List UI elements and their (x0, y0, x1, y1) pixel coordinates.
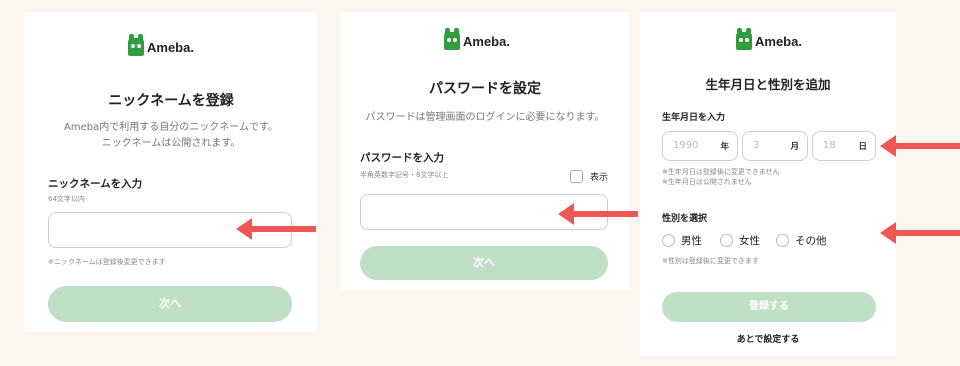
ameba-logo: Ameba. (444, 28, 510, 50)
password-panel: Ameba. パスワードを設定 パスワードは管理画面のログインに必要になります。… (340, 12, 630, 290)
description-line-1: Ameba内で利用する自分のニックネームです。 (64, 122, 278, 133)
birth-day-placeholder: 18 (823, 140, 836, 151)
page-title: 生年月日と性別を追加 (705, 77, 831, 92)
page-title: パスワードを設定 (429, 81, 541, 97)
brand-name: Ameba. (147, 39, 194, 55)
brand-name: Ameba. (463, 33, 510, 49)
register-button[interactable]: 登録する (662, 292, 876, 322)
gender-option-label: その他 (795, 235, 827, 247)
radio-icon (662, 234, 675, 247)
profile-panel: Ameba. 生年月日と性別を追加 生年月日を入力 1990 年 3 月 18 … (640, 12, 896, 356)
password-field-hint: 半角英数字記号・8文字以上 (360, 171, 449, 179)
show-password-checkbox[interactable] (570, 170, 583, 183)
gender-option-label: 女性 (739, 235, 760, 247)
nickname-field-label: ニックネームを入力 (48, 178, 143, 190)
gender-option-label: 男性 (681, 235, 702, 247)
radio-icon (720, 234, 733, 247)
description-line-2: ニックネームは公開されます。 (101, 138, 241, 149)
ameba-logo: Ameba. (736, 28, 802, 50)
page-title: ニックネームを登録 (108, 93, 234, 109)
nickname-field-hint: 64文字以内 (48, 195, 85, 203)
nickname-panel: Ameba. ニックネームを登録 Ameba内で利用する自分のニックネームです。… (24, 12, 318, 332)
nickname-note: ※ニックネームは登録後変更できます (48, 258, 166, 266)
ameba-logo-icon (736, 28, 752, 50)
arrow-birthdate-input (880, 135, 960, 157)
birth-month-placeholder: 3 (753, 140, 760, 151)
birth-year-input[interactable]: 1990 年 (662, 131, 738, 161)
next-button[interactable]: 次へ (48, 286, 292, 322)
description: パスワードは管理画面のログインに必要になります。 (365, 112, 605, 123)
ameba-logo: Ameba. (128, 34, 194, 56)
birth-year-placeholder: 1990 (673, 140, 699, 151)
birthdate-note-1: ※生年月日は登録後に変更できません (662, 168, 780, 176)
arrow-gender-select (880, 222, 960, 244)
birthdate-note-2: ※生年月日は公開されません (662, 178, 752, 186)
ameba-logo-icon (444, 28, 460, 50)
next-button[interactable]: 次へ (360, 246, 608, 280)
birth-day-unit: 日 (858, 142, 867, 152)
gender-option-male[interactable]: 男性 (662, 233, 702, 248)
set-later-link[interactable]: あとで設定する (640, 332, 896, 345)
password-field-label: パスワードを入力 (360, 152, 444, 164)
birth-month-input[interactable]: 3 月 (742, 131, 808, 161)
arrow-nickname-input (236, 218, 316, 240)
gender-label: 性別を選択 (662, 214, 708, 224)
gender-option-other[interactable]: その他 (776, 233, 827, 248)
brand-name: Ameba. (755, 33, 802, 49)
radio-icon (776, 234, 789, 247)
ameba-logo-icon (128, 34, 144, 56)
arrow-password-input (558, 203, 638, 225)
birthdate-label: 生年月日を入力 (662, 113, 726, 123)
gender-option-female[interactable]: 女性 (720, 233, 760, 248)
birth-month-unit: 月 (790, 142, 799, 152)
birth-year-unit: 年 (720, 142, 729, 152)
show-password-label: 表示 (590, 173, 609, 183)
gender-note: ※性別は登録後に変更できます (662, 257, 759, 265)
birth-day-input[interactable]: 18 日 (812, 131, 876, 161)
